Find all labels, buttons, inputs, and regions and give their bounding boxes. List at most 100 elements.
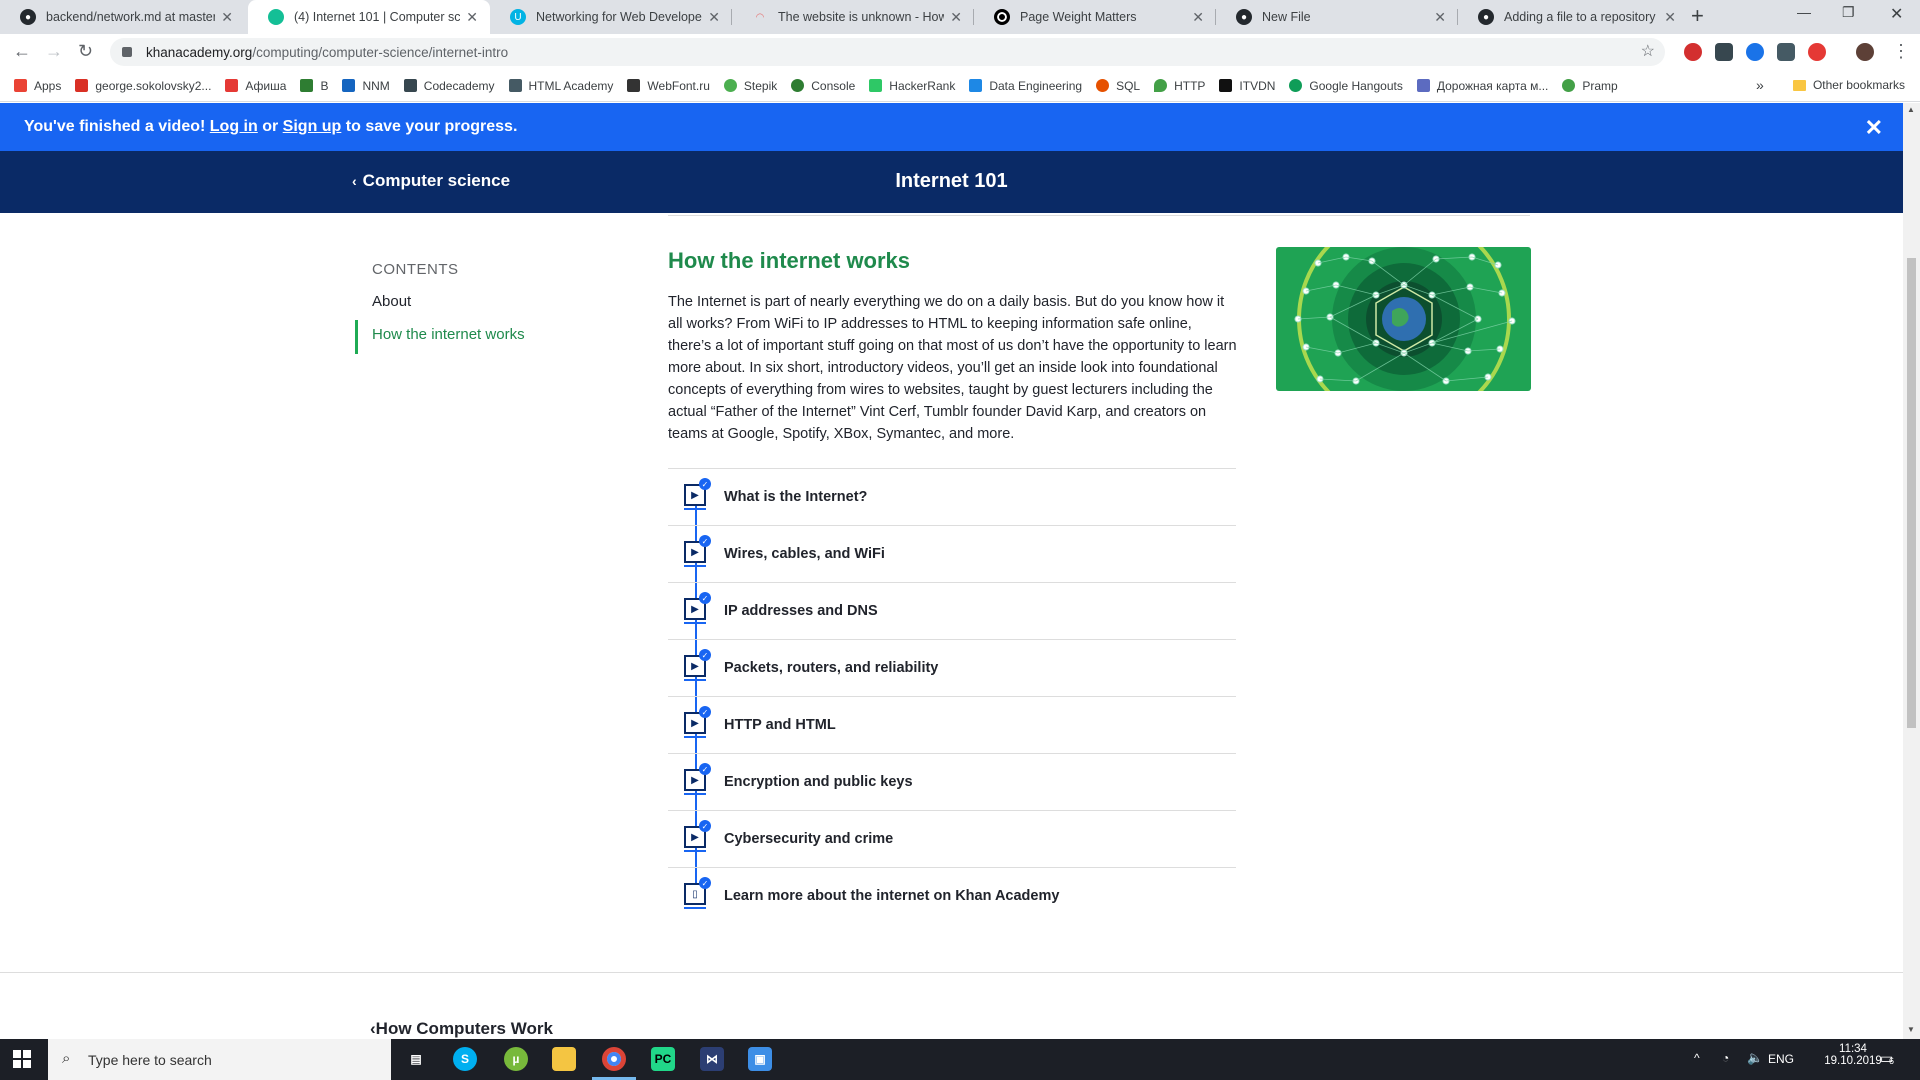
scrollbar-thumb[interactable] xyxy=(1907,258,1916,728)
bookmark-label: B xyxy=(320,78,329,93)
page-scrollbar[interactable]: ▲ ▼ xyxy=(1903,103,1920,1039)
lesson-item[interactable]: ▶ ✓ Packets, routers, and reliability xyxy=(668,639,1236,696)
bookmark-hangouts[interactable]: Google Hangouts xyxy=(1289,79,1403,93)
bookmark-console[interactable]: Console xyxy=(791,79,855,93)
udacity-icon: U xyxy=(510,9,526,25)
pycharm-icon[interactable]: PC xyxy=(651,1047,675,1071)
bookmark-webfont[interactable]: WebFont.ru xyxy=(627,79,710,93)
other-bookmarks[interactable]: Other bookmarks xyxy=(1792,78,1905,92)
scroll-down-icon[interactable]: ▼ xyxy=(1907,1025,1915,1034)
tab-github-network[interactable]: ● backend/network.md at master · ✕ xyxy=(0,0,245,34)
close-icon[interactable]: ✕ xyxy=(1664,9,1676,26)
file-explorer-icon[interactable] xyxy=(552,1047,576,1071)
bookmark-label: HTML Academy xyxy=(528,78,614,93)
vscode-icon[interactable]: ⋈ xyxy=(700,1047,724,1071)
windows-taskbar: ⌕ Type here to search ▤ S µ PC ⋈ ▣ ^ ◔ 🔈… xyxy=(0,1039,1920,1080)
extension-icon[interactable] xyxy=(1715,43,1733,61)
bookmark-afisha[interactable]: Афиша xyxy=(225,79,286,93)
taskbar-search-input[interactable]: ⌕ Type here to search xyxy=(48,1039,391,1080)
language-indicator[interactable]: ENG xyxy=(1768,1052,1794,1066)
bookmark-label: NNM xyxy=(362,78,390,93)
wifi-icon[interactable]: ◔ xyxy=(1722,1051,1729,1065)
lesson-label: What is the Internet? xyxy=(724,489,868,505)
menu-kebab-icon[interactable]: ⋮ xyxy=(1892,41,1910,62)
reload-icon[interactable]: ↻ xyxy=(78,41,93,62)
adblock-icon[interactable] xyxy=(1684,43,1702,61)
extension-badge-icon[interactable] xyxy=(1777,43,1795,61)
back-arrow-icon[interactable]: ← xyxy=(13,41,31,62)
close-icon[interactable]: ✕ xyxy=(708,9,720,26)
task-view-icon[interactable]: ▤ xyxy=(404,1047,428,1071)
tab-internet-101[interactable]: (4) Internet 101 | Computer scien ✕ xyxy=(248,0,490,34)
volume-icon[interactable]: 🔈 xyxy=(1747,1050,1763,1066)
next-unit-link[interactable]: ‹How Computers Work xyxy=(370,1019,553,1039)
toc-item-about[interactable]: About xyxy=(372,293,411,310)
login-link[interactable]: Log in xyxy=(210,118,258,136)
signup-link[interactable]: Sign up xyxy=(283,118,342,136)
close-icon[interactable]: ✕ xyxy=(950,9,962,26)
tab-website-unknown[interactable]: ◠ The website is unknown - How D ✕ xyxy=(732,0,974,34)
bookmark-data-engineering[interactable]: Data Engineering xyxy=(969,79,1082,93)
skype-icon[interactable]: S xyxy=(453,1047,477,1071)
lesson-item[interactable]: ▶ ✓ Encryption and public keys xyxy=(668,753,1236,810)
hackerrank-icon xyxy=(869,79,883,92)
bookmark-b[interactable]: B xyxy=(300,79,328,93)
lesson-item[interactable]: ▶ ✓ What is the Internet? xyxy=(668,468,1236,525)
divider xyxy=(668,215,1530,216)
lesson-item[interactable]: ▶ ✓ IP addresses and DNS xyxy=(668,582,1236,639)
bookmark-star-icon[interactable]: ☆ xyxy=(1641,41,1655,61)
close-icon[interactable]: ✕ xyxy=(466,9,478,26)
bookmarks-overflow-button[interactable]: » xyxy=(1756,77,1764,93)
minimize-button[interactable]: — xyxy=(1797,4,1811,20)
lesson-item[interactable]: ▶ ✓ HTTP and HTML xyxy=(668,696,1236,753)
bookmark-nnm[interactable]: NNM xyxy=(342,78,390,93)
lesson-label: Packets, routers, and reliability xyxy=(724,660,939,676)
toc-item-how-the-internet-works[interactable]: How the internet works xyxy=(372,326,525,343)
chrome-icon[interactable] xyxy=(602,1047,626,1071)
windows-start-icon[interactable] xyxy=(13,1050,31,1068)
bookmark-itvdn[interactable]: ITVDN xyxy=(1219,79,1275,93)
lesson-item[interactable]: ▶ ✓ Cybersecurity and crime xyxy=(668,810,1236,867)
tab-adding-file[interactable]: ● Adding a file to a repository - Git ✕ xyxy=(1458,0,1688,34)
notifications-icon[interactable]: ▭ 6 xyxy=(1880,1050,1894,1067)
bookmark-codecademy[interactable]: Codecademy xyxy=(403,79,495,93)
bookmark-roadmap[interactable]: Дорожная карта м... xyxy=(1416,79,1548,93)
extension-icon[interactable] xyxy=(1746,43,1764,61)
bookmark-sql[interactable]: SQL xyxy=(1096,79,1140,93)
habr-icon xyxy=(1416,79,1430,92)
lesson-item[interactable]: ▯ ✓ Learn more about the internet on Khan… xyxy=(668,867,1236,924)
lesson-item[interactable]: ▶ ✓ Wires, cables, and WiFi xyxy=(668,525,1236,582)
progress-banner: You've finished a video! Log in or Sign … xyxy=(0,103,1903,151)
close-window-button[interactable]: ✕ xyxy=(1890,4,1903,24)
close-icon[interactable]: ✕ xyxy=(221,9,233,26)
app-icon[interactable]: ▣ xyxy=(748,1047,772,1071)
tab-new-file[interactable]: ● New File ✕ xyxy=(1216,0,1458,34)
bookmark-http[interactable]: HTTP xyxy=(1154,79,1205,93)
close-icon[interactable]: ✕ xyxy=(1434,9,1446,26)
restore-button[interactable]: ❐ xyxy=(1842,4,1855,21)
chevron-up-icon[interactable]: ^ xyxy=(1694,1051,1700,1065)
forward-arrow-icon[interactable]: → xyxy=(45,41,63,62)
clock[interactable]: 11:34 19.10.2019 xyxy=(1818,1043,1888,1067)
close-icon[interactable]: ✕ xyxy=(1192,9,1204,26)
tab-title: Networking for Web Developers xyxy=(536,10,703,24)
close-icon[interactable]: ✕ xyxy=(1865,115,1883,141)
utorrent-icon[interactable]: µ xyxy=(504,1047,528,1071)
bookmark-stepik[interactable]: Stepik xyxy=(723,79,777,93)
bookmarks-bar: Apps george.sokolovsky2... Афиша B NNM C… xyxy=(0,70,1920,102)
new-tab-button[interactable]: + xyxy=(1691,3,1704,29)
bookmark-hackerrank[interactable]: HackerRank xyxy=(869,79,955,93)
bookmark-html-academy[interactable]: HTML Academy xyxy=(508,78,614,93)
tab-networking[interactable]: U Networking for Web Developers ✕ xyxy=(490,0,732,34)
scroll-up-icon[interactable]: ▲ xyxy=(1907,105,1915,114)
bookmark-pramp[interactable]: Pramp xyxy=(1562,79,1618,93)
page-viewport: You've finished a video! Log in or Sign … xyxy=(0,103,1903,1039)
extension-icon[interactable] xyxy=(1808,43,1826,61)
url-domain: khanacademy.org xyxy=(146,44,253,60)
tab-page-weight[interactable]: Page Weight Matters ✕ xyxy=(974,0,1216,34)
check-icon: ✓ xyxy=(699,535,711,547)
avatar[interactable] xyxy=(1856,43,1874,61)
address-bar[interactable]: khanacademy.org/computing/computer-scien… xyxy=(110,38,1665,66)
bookmark-apps[interactable]: Apps xyxy=(14,79,61,93)
bookmark-gmail[interactable]: george.sokolovsky2... xyxy=(75,79,211,93)
